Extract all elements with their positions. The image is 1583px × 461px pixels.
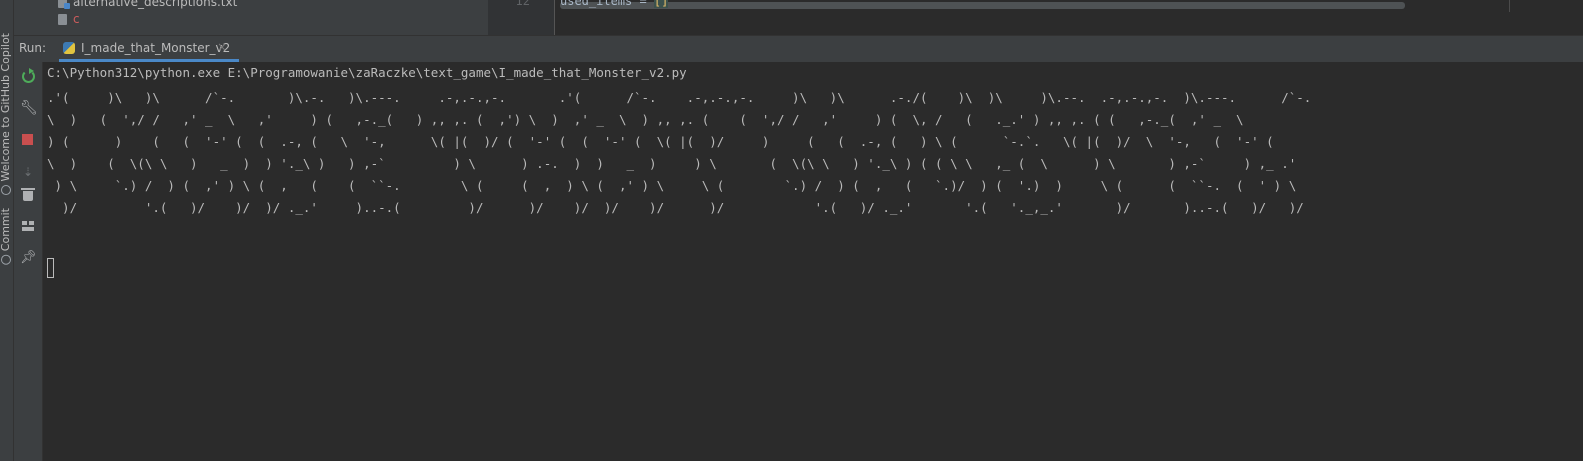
editor-gutter: 12	[488, 0, 555, 35]
stop-icon[interactable]	[20, 132, 36, 148]
console-input-caret[interactable]	[47, 258, 54, 278]
trash-icon[interactable]	[20, 186, 36, 202]
line-number: 12	[515, 0, 530, 8]
copilot-icon	[1, 185, 11, 196]
close-icon[interactable]: ×	[217, 40, 227, 54]
run-tab[interactable]: I_made_that_Monster_v2 ×	[59, 36, 239, 62]
layout-icon[interactable]	[20, 218, 36, 234]
rerun-icon[interactable]	[20, 68, 36, 84]
project-file-row[interactable]: c	[58, 11, 80, 27]
code-editor[interactable]: 12 used_items = []	[488, 0, 1583, 35]
code-text: used_items =	[560, 0, 654, 8]
editor-right-margin	[1509, 0, 1510, 12]
run-tool-window-header: Run: I_made_that_Monster_v2 ×	[14, 35, 1583, 63]
left-tool-strip: Welcome to GitHub Copilot Commit	[0, 0, 14, 461]
code-line: used_items = []	[560, 0, 669, 8]
console-ascii-art: .'( )\ )\ /`-. )\.-. )\.---. .-,.-.,-. .…	[47, 90, 1312, 215]
top-area: alternative_descriptions.txt c 12 used_i…	[14, 0, 1583, 35]
run-toolbar: 🔧︎ ⇣ 📌︎	[14, 62, 43, 461]
project-file-name: c	[73, 12, 80, 26]
commit-side-tab[interactable]: Commit	[0, 208, 13, 269]
code-bracket: []	[653, 0, 669, 8]
console-command-line: C:\Python312\python.exe E:\Programowanie…	[47, 65, 687, 80]
copilot-side-tab-label: Welcome to GitHub Copilot	[0, 33, 12, 182]
editor-horizontal-scrollbar[interactable]	[560, 2, 1405, 9]
python-icon	[63, 42, 75, 54]
commit-side-tab-label: Commit	[0, 208, 12, 252]
project-panel: alternative_descriptions.txt c	[14, 0, 487, 35]
run-tab-label: I_made_that_Monster_v2	[81, 41, 231, 55]
console-output[interactable]: C:\Python312\python.exe E:\Programowanie…	[43, 62, 1583, 461]
project-file-name: alternative_descriptions.txt	[73, 0, 238, 9]
text-file-icon	[58, 0, 70, 9]
sort-icon[interactable]: ⇣	[20, 164, 36, 180]
commit-icon	[1, 254, 11, 265]
wrench-icon[interactable]: 🔧︎	[20, 100, 38, 116]
run-label: Run:	[19, 41, 47, 55]
pin-icon[interactable]: 📌︎	[20, 250, 37, 266]
project-file-row[interactable]: alternative_descriptions.txt	[58, 0, 237, 10]
copilot-side-tab[interactable]: Welcome to GitHub Copilot	[0, 33, 13, 199]
file-icon	[58, 14, 67, 25]
